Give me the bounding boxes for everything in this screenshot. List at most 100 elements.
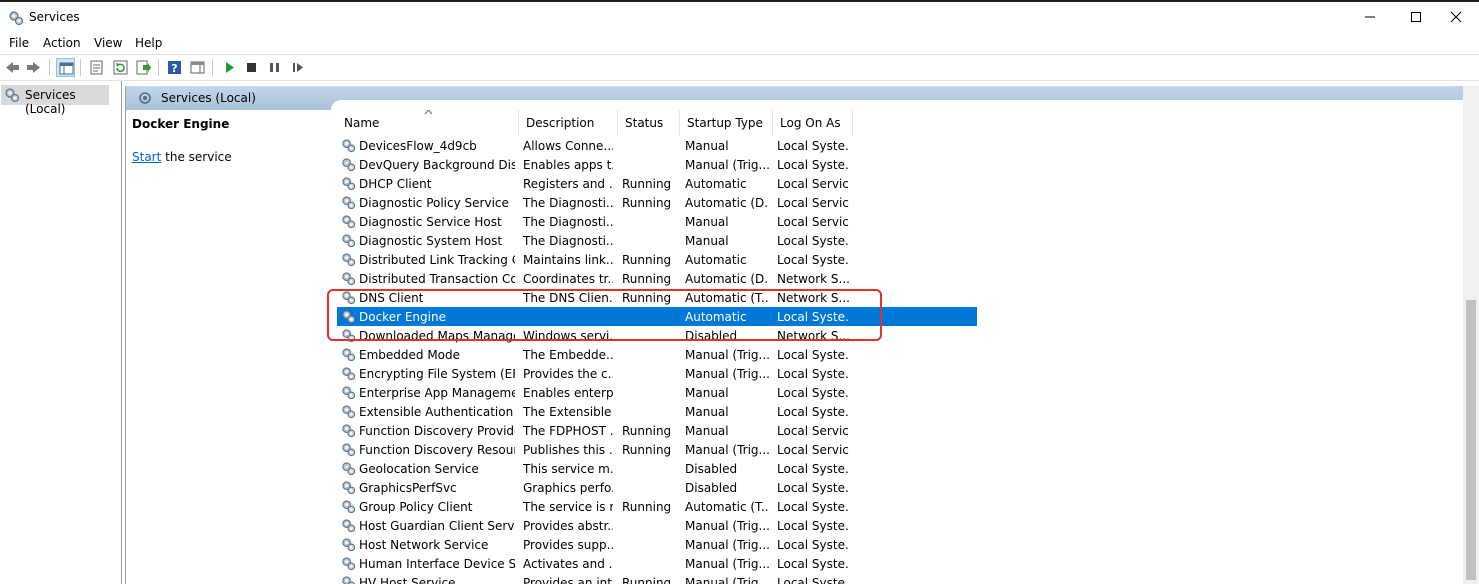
table-row[interactable]: Encrypting File System (EFS) Provides the… — [337, 364, 977, 383]
table-row[interactable]: Distributed Transaction Coo... Coordinate… — [337, 269, 977, 288]
service-log-on-as: Local Syste... — [777, 348, 849, 362]
close-button[interactable] — [1433, 2, 1479, 32]
service-gear-icon — [342, 576, 355, 584]
service-name: Docker Engine — [359, 310, 446, 324]
toolbar-separator — [158, 59, 159, 76]
back-button[interactable] — [3, 58, 22, 77]
start-service-link[interactable]: Start — [132, 150, 161, 164]
pane-header: Services (Local) — [126, 86, 1479, 110]
table-row[interactable]: Function Discovery Provide... The FDPHOST… — [337, 421, 977, 440]
pause-service-button[interactable] — [265, 58, 284, 77]
service-name: Geolocation Service — [359, 462, 479, 476]
table-row[interactable]: DevicesFlow_4d9cb Allows Conne... Manual Lo… — [337, 136, 977, 155]
search-gear-icon — [139, 92, 151, 104]
service-gear-icon — [342, 348, 356, 362]
service-description: Graphics perfo... — [523, 481, 613, 495]
start-service-icon — [226, 62, 234, 73]
minimize-button[interactable] — [1347, 2, 1393, 32]
refresh-button[interactable] — [111, 58, 130, 77]
menu-view[interactable]: View — [94, 36, 122, 50]
help-button[interactable]: ? — [165, 58, 184, 77]
table-row[interactable]: Downloaded Maps Manager Windows servi... D… — [337, 326, 977, 345]
menu-help[interactable]: Help — [135, 36, 162, 50]
column-header-description[interactable]: Description — [519, 110, 618, 136]
service-name: Encrypting File System (EFS) — [359, 367, 515, 381]
extended-tab-curve — [331, 100, 1479, 110]
table-row[interactable]: Enterprise App Managemen... Enables enter… — [337, 383, 977, 402]
menu-file[interactable]: File — [9, 36, 29, 50]
service-name: GraphicsPerfSvc — [359, 481, 457, 495]
service-log-on-as: Local Syste... — [777, 519, 849, 533]
service-gear-icon — [342, 291, 356, 305]
table-row[interactable]: DevQuery Background Disc... Enables apps … — [337, 155, 977, 174]
start-service-button[interactable] — [220, 58, 239, 77]
service-gear-icon — [342, 519, 356, 533]
service-gear-icon — [342, 481, 356, 495]
table-row[interactable]: DHCP Client Registers and ... Running Autom… — [337, 174, 977, 193]
tree-item-label: Services (Local) — [25, 88, 76, 116]
service-status: Running — [622, 253, 672, 267]
service-gear-icon — [342, 253, 356, 267]
table-row[interactable]: Group Policy Client The service is r... Ru… — [337, 497, 977, 516]
table-row[interactable]: DNS Client The DNS Clien... Running Automat… — [337, 288, 977, 307]
table-row[interactable]: Geolocation Service This service m... Disa… — [337, 459, 977, 478]
service-gear-icon — [342, 158, 356, 172]
service-startup-type: Automatic (T... — [685, 500, 769, 514]
resume-service-icon — [293, 63, 303, 72]
service-description: Activates and ... — [523, 557, 613, 571]
table-row[interactable]: Extensible Authentication P... The Extens… — [337, 402, 977, 421]
scrollbar-thumb[interactable] — [1466, 300, 1476, 580]
service-startup-type: Manual (Trig... — [685, 443, 769, 457]
service-description: Publishes this ... — [523, 443, 613, 457]
table-row[interactable]: Host Guardian Client Service Provides abs… — [337, 516, 977, 535]
close-icon — [1450, 11, 1462, 23]
properties-button[interactable] — [87, 58, 106, 77]
stop-service-button[interactable] — [242, 58, 261, 77]
export-list-button[interactable] — [134, 58, 153, 77]
column-header-status[interactable]: Status — [618, 110, 680, 136]
table-row[interactable]: Diagnostic Service Host The Diagnosti... M… — [337, 212, 977, 231]
service-name: HV Host Service — [359, 576, 456, 584]
toolbar-separator — [80, 59, 81, 76]
forward-button[interactable] — [24, 58, 43, 77]
show-hide-action-pane-button[interactable] — [188, 58, 207, 77]
service-description: Registers and ... — [523, 177, 613, 191]
table-row[interactable]: Human Interface Device Ser... Activates a… — [337, 554, 977, 573]
service-startup-type: Manual (Trig... — [685, 576, 769, 584]
table-row[interactable]: Distributed Link Tracking Cl... Maintains… — [337, 250, 977, 269]
table-row[interactable]: Host Network Service Provides supp... Manu… — [337, 535, 977, 554]
column-header-log-on-as[interactable]: Log On As — [773, 110, 853, 136]
table-row[interactable]: Docker Engine Automatic Local Syste... — [337, 307, 977, 326]
service-log-on-as: Local Service — [777, 443, 849, 457]
service-name: Human Interface Device Ser... — [359, 557, 515, 571]
show-hide-console-tree-button[interactable] — [56, 58, 75, 77]
resume-service-button[interactable] — [288, 58, 307, 77]
vertical-scrollbar[interactable] — [1463, 86, 1479, 584]
table-row[interactable]: HV Host Service Provides an int... Running… — [337, 573, 977, 584]
service-description: The Diagnosti... — [523, 234, 613, 248]
column-header-startup-type[interactable]: Startup Type — [680, 110, 773, 136]
service-description: The Extensible ... — [523, 405, 613, 419]
table-row[interactable]: GraphicsPerfSvc Graphics perfo... Disabled… — [337, 478, 977, 497]
column-label: Description — [526, 116, 595, 130]
pane-header-title: Services (Local) — [161, 91, 256, 105]
tree-item-services-local[interactable]: Services (Local) — [1, 85, 109, 116]
menu-action[interactable]: Action — [43, 36, 81, 50]
service-log-on-as: Local Service — [777, 215, 849, 229]
service-log-on-as: Local Syste... — [777, 462, 849, 476]
service-startup-type: Manual — [685, 386, 729, 400]
service-gear-icon — [342, 272, 356, 286]
table-row[interactable]: Diagnostic System Host The Diagnosti... Ma… — [337, 231, 977, 250]
table-row[interactable]: Function Discovery Resourc... Publishes t… — [337, 440, 977, 459]
service-description: Provides abstr... — [523, 519, 613, 533]
service-log-on-as: Local Service — [777, 424, 849, 438]
column-header-name[interactable]: Name — [337, 110, 519, 136]
properties-icon — [90, 60, 103, 75]
table-row[interactable]: Embedded Mode The Embedde... Manual (Trig.… — [337, 345, 977, 364]
service-description: Provides supp... — [523, 538, 613, 552]
service-status: Running — [622, 196, 672, 210]
table-row[interactable]: Diagnostic Policy Service The Diagnosti..… — [337, 193, 977, 212]
service-name: Diagnostic Service Host — [359, 215, 502, 229]
maximize-icon — [1411, 12, 1421, 22]
service-startup-type: Automatic (T... — [685, 291, 769, 305]
